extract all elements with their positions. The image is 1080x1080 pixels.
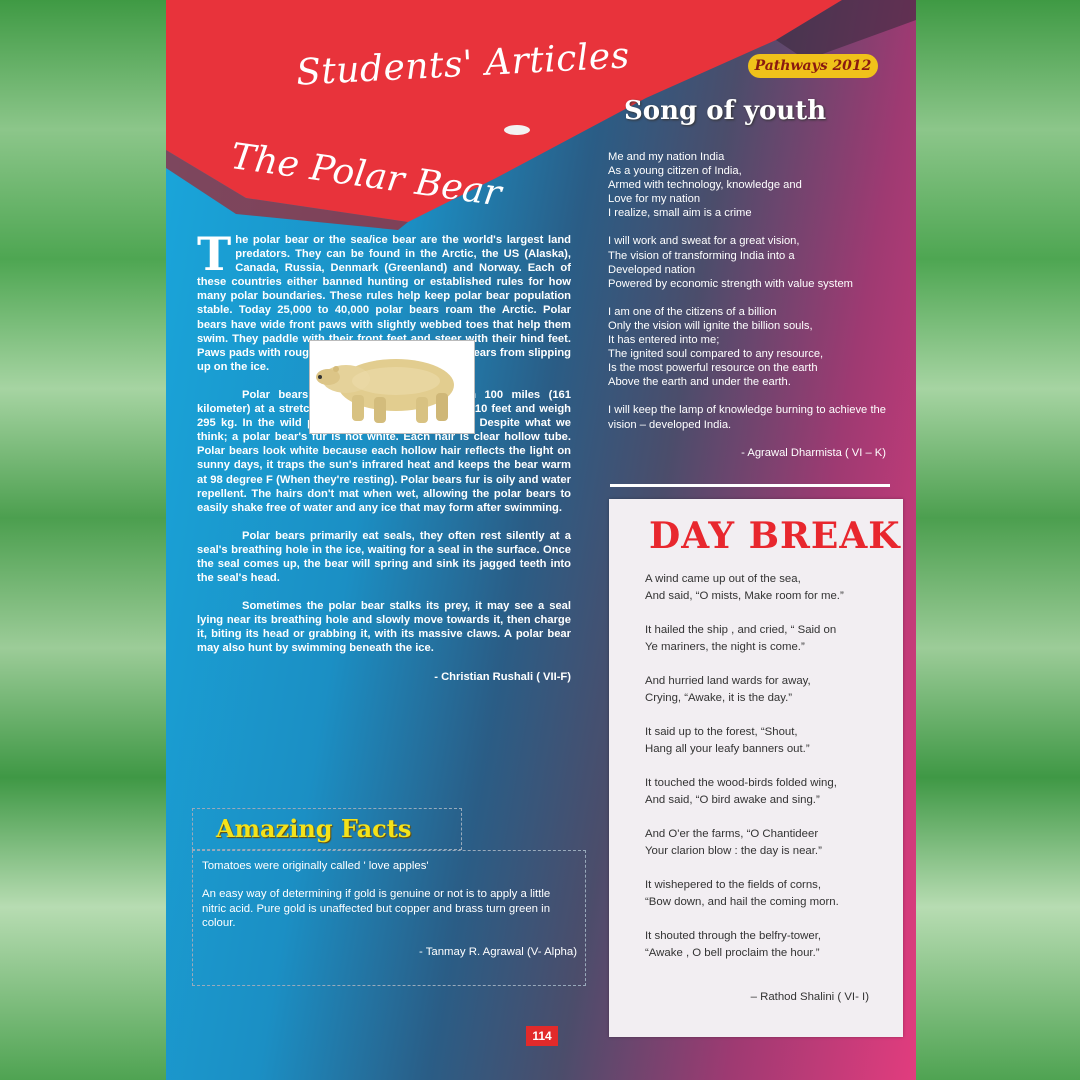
poem-line: “Bow down, and hail the coming morn.: [645, 896, 839, 908]
day-break-box: DAY BREAK A wind came up out of the sea,…: [609, 499, 903, 1037]
facts-heading: Amazing Facts: [216, 814, 412, 843]
drop-cap: T: [197, 227, 232, 281]
poem-line: It shouted through the belfry-tower,: [645, 930, 822, 942]
poem-line: It wishepered to the fields of corns,: [645, 879, 822, 891]
poem-stanza: A wind came up out of the sea, And said, …: [645, 571, 895, 605]
poem-line: And O'er the farms, “O Chantideer: [645, 828, 819, 840]
facts-body: Tomatoes were originally called ' love a…: [192, 850, 586, 986]
poem-line: It said up to the forest, “Shout,: [645, 726, 798, 738]
poem-stanza: And hurried land wards for away, Crying, …: [645, 673, 895, 707]
poem-line: Hang all your leafy banners out.”: [645, 743, 810, 755]
poem-line: Developed nation: [608, 263, 696, 276]
song-of-youth-poem: Me and my nation India As a young citize…: [608, 150, 886, 460]
poem-line: “Awake , O bell proclaim the hour.”: [645, 947, 820, 959]
poem-line: Is the most powerful resource on the ear…: [608, 362, 818, 375]
poem-stanza: And O'er the farms, “O Chantideer Your cl…: [645, 826, 895, 860]
fact-item: Tomatoes were originally called ' love a…: [202, 860, 429, 872]
day-break-author: – Rathod Shalini ( VI- I): [750, 991, 869, 1003]
poem-line: Above the earth and under the earth.: [608, 376, 791, 389]
page-number: 114: [526, 1026, 558, 1046]
section-divider: [610, 484, 890, 487]
song-title: Song of youth: [624, 96, 827, 126]
poem-stanza: I am one of the citizens of a billion On…: [608, 305, 886, 390]
day-break-title: DAY BREAK: [649, 515, 901, 557]
issue-badge: Pathways 2012: [748, 54, 878, 78]
poem-line: Love for my nation: [608, 193, 701, 206]
poem-stanza: It hailed the ship , and cried, “ Said o…: [645, 622, 895, 656]
article-paragraph-4: Sometimes the polar bear stalks its prey…: [197, 600, 571, 655]
article-author: - Christian Rushali ( VII-F): [434, 670, 571, 683]
poem-stanza: I will work and sweat for a great vision…: [608, 234, 886, 290]
poem-line: It has entered into me;: [608, 334, 720, 347]
poem-line: The ignited soul compared to any resourc…: [608, 348, 824, 361]
facts-author: - Tanmay R. Agrawal (V- Alpha): [418, 945, 577, 958]
poem-line: Your clarion blow : the day is near.”: [645, 845, 822, 857]
polar-bear-image: [309, 340, 475, 434]
poem-stanza: It shouted through the belfry-tower, “Awa…: [645, 928, 895, 962]
amazing-facts-box: Amazing Facts Tomatoes were originally c…: [192, 808, 588, 986]
poem-line: It hailed the ship , and cried, “ Said o…: [645, 624, 837, 636]
magazine-page: Students' Articles The Polar Bear Pathwa…: [166, 0, 916, 1080]
fact-item: An easy way of determining if gold is ge…: [202, 888, 551, 930]
poem-stanza: It wishepered to the fields of corns, “Bo…: [645, 877, 895, 911]
poem-line: Crying, “Awake, it is the day.”: [645, 692, 793, 704]
poem-line: Me and my nation India: [608, 151, 725, 163]
poem-line: Only the vision will ignite the billion …: [608, 319, 813, 332]
poem-line: Armed with technology, knowledge and: [608, 179, 802, 192]
poem-line: And said, “O mists, Make room for me.”: [645, 590, 844, 602]
poem-line: I will work and sweat for a great vision…: [608, 235, 800, 248]
poem-line: A wind came up out of the sea,: [645, 573, 801, 585]
song-author: - Agrawal Dharmista ( VI – K): [741, 446, 886, 459]
poem-line: I am one of the citizens of a billion: [608, 305, 777, 318]
poem-stanza: Me and my nation India As a young citize…: [608, 150, 886, 220]
poem-line: And said, “O bird awake and sing.”: [645, 794, 820, 806]
poem-line: I realize, small aim is a crime: [608, 207, 752, 220]
poem-line: Powered by economic strength with value …: [608, 277, 853, 290]
poem-line: Ye mariners, the night is come.”: [645, 641, 805, 653]
poem-stanza: It said up to the forest, “Shout, Hang al…: [645, 724, 895, 758]
poem-stanza: It touched the wood-birds folded wing, An…: [645, 775, 895, 809]
poem-line: The vision of transforming India into a: [608, 249, 795, 262]
day-break-poem: A wind came up out of the sea, And said, …: [645, 571, 895, 979]
article-paragraph-3: Polar bears primarily eat seals, they of…: [197, 529, 571, 585]
poem-line: It touched the wood-birds folded wing,: [645, 777, 837, 789]
polar-bear-article: T he polar bear or the sea/ice bear are …: [197, 227, 571, 698]
poem-stanza: I will keep the lamp of knowledge burnin…: [608, 404, 886, 431]
poem-line: And hurried land wards for away,: [645, 675, 811, 687]
poem-line: As a young citizen of India,: [608, 165, 742, 178]
